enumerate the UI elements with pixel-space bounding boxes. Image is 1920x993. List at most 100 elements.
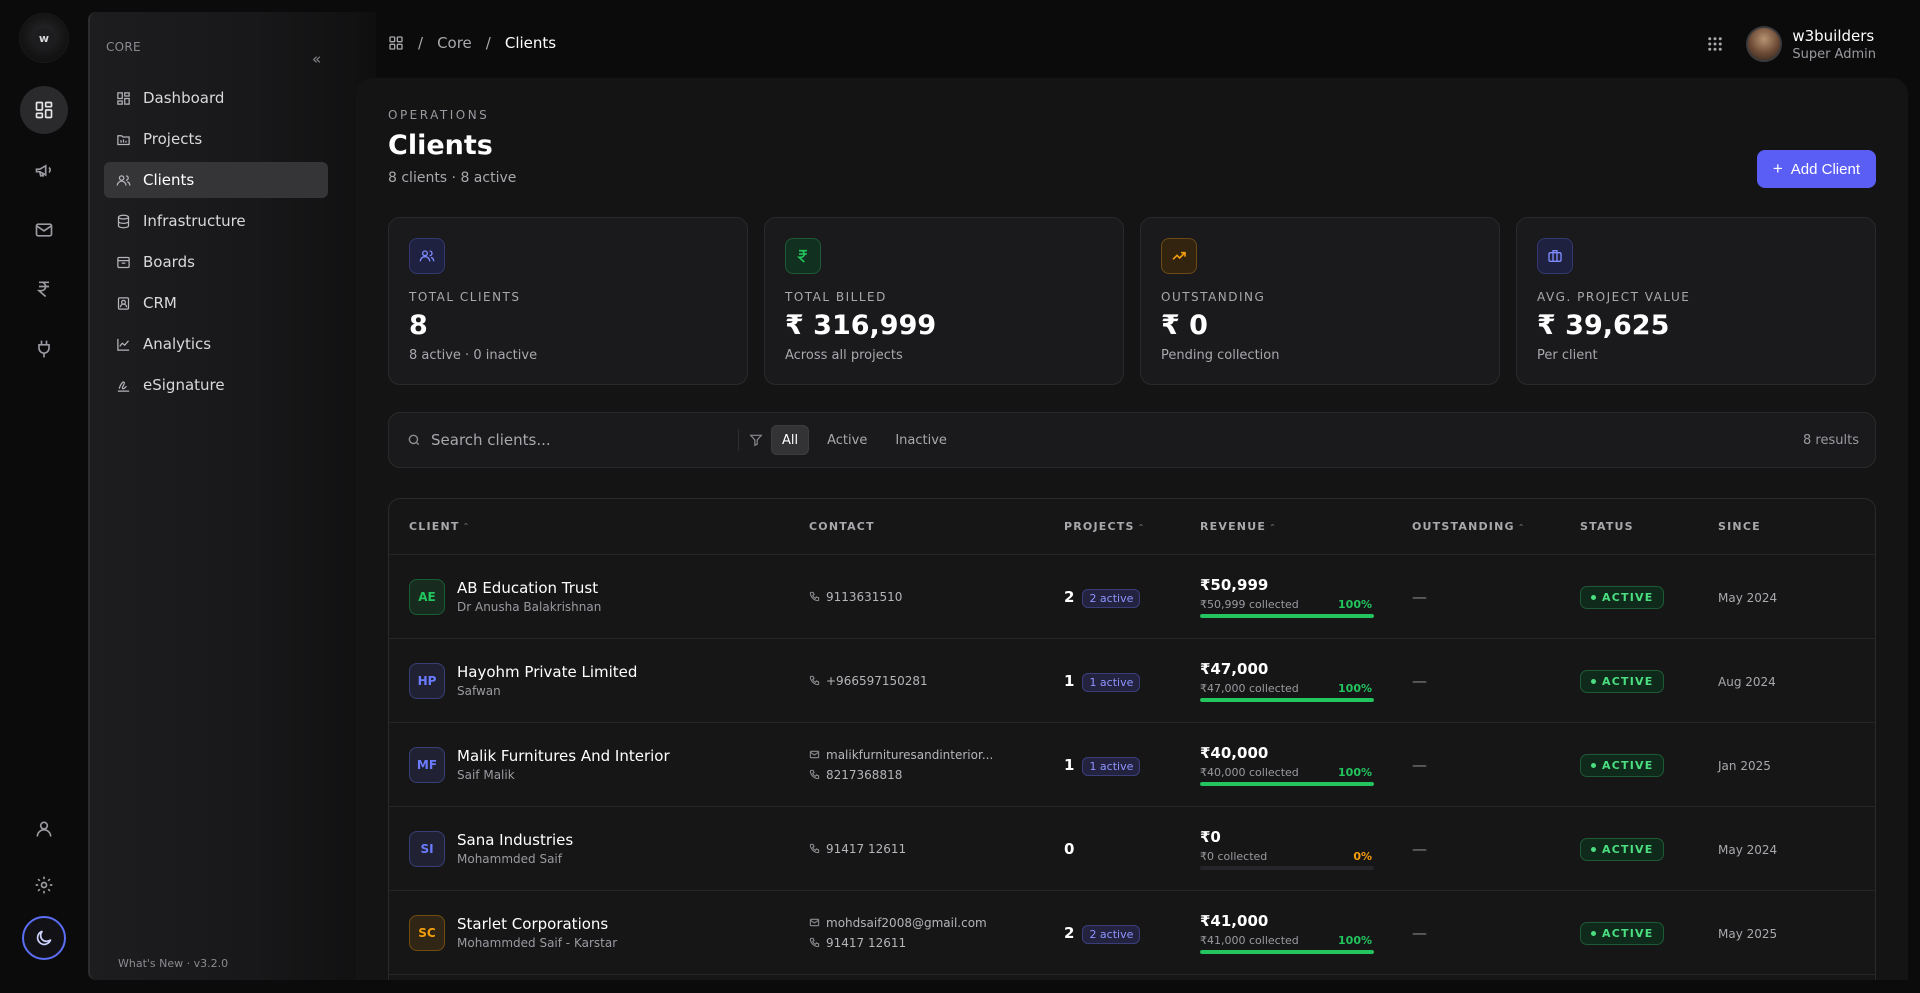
status-cell: ACTIVE <box>1580 837 1718 861</box>
apps-grid-icon[interactable] <box>388 35 404 51</box>
client-contact-person: Dr Anusha Balakrishnan <box>457 600 602 614</box>
sidebar-item-analytics[interactable]: Analytics <box>104 326 328 362</box>
rail-mail-button[interactable] <box>20 206 68 254</box>
contact-phone[interactable]: 8217368818 <box>809 765 1064 785</box>
filter-active-tab[interactable]: Active <box>817 425 877 455</box>
revenue-progress-fill <box>1200 949 1374 954</box>
table-row[interactable]: SC Starlet Corporations Mohammded Saif - K… <box>389 891 1875 975</box>
sidebar-item-esignature[interactable]: eSignature <box>104 367 328 403</box>
table-row[interactable]: SI Sana Industries Mohammded Saif 91417 126… <box>389 807 1875 891</box>
collapse-sidebar-button[interactable]: « <box>312 50 321 68</box>
rail-dashboard-button[interactable] <box>20 86 68 134</box>
contact-phone[interactable]: 91417 12611 <box>809 933 1064 953</box>
rail-finance-button[interactable] <box>20 265 68 313</box>
rail-marketing-button[interactable] <box>20 146 68 194</box>
table-row[interactable]: AE AB Education Trust Dr Anusha Balakrishn… <box>389 555 1875 639</box>
contact-email[interactable]: malikfurnituresandinterior... <box>809 745 1064 765</box>
sidebar-item-label: Analytics <box>143 335 212 353</box>
filter-icon[interactable] <box>749 433 763 447</box>
contact-phone[interactable]: 91417 12611 <box>809 839 1064 859</box>
revenue-cell: ₹50,999 ₹50,999 collected 100% <box>1200 576 1412 618</box>
column-header-client[interactable]: CLIENT ⌃ <box>389 520 809 533</box>
client-contact-person: Mohammded Saif <box>457 852 562 866</box>
since-cell: May 2025 <box>1718 923 1868 942</box>
contact-cell: +966597150281 <box>809 671 1064 691</box>
sidebar-item-label: Boards <box>143 253 195 271</box>
revenue-cell: ₹40,000 ₹40,000 collected 100% <box>1200 744 1412 786</box>
apps-launcher-icon[interactable] <box>1706 35 1724 53</box>
sidebar-item-dashboard[interactable]: Dashboard <box>104 80 328 116</box>
revenue-progress-bar <box>1200 697 1374 702</box>
project-count: 1 <box>1064 756 1075 774</box>
project-count: 2 <box>1064 924 1075 942</box>
column-header-projects[interactable]: PROJECTS ⌃ <box>1064 520 1200 533</box>
client-name[interactable]: Malik Furnitures And Interior <box>457 747 670 765</box>
client-name[interactable]: Starlet Corporations <box>457 915 617 933</box>
stat-value: ₹ 316,999 <box>785 310 937 341</box>
contact-email[interactable]: mohdsaif2008@gmail.com <box>809 913 1064 933</box>
sidebar-item-clients[interactable]: Clients <box>104 162 328 198</box>
column-header-contact: CONTACT <box>809 520 875 533</box>
client-cell: MF Malik Furnitures And Interior Saif Mali… <box>389 746 809 783</box>
search-icon <box>408 434 420 446</box>
table-row[interactable]: MF Malik Furnitures And Interior Saif Mali… <box>389 723 1875 807</box>
table-body: AE AB Education Trust Dr Anusha Balakrishn… <box>389 555 1875 975</box>
stat-subtext: Pending collection <box>1161 348 1280 363</box>
client-name[interactable]: Hayohm Private Limited <box>457 663 637 681</box>
contact-phone[interactable]: +966597150281 <box>809 671 1064 691</box>
rail-integrations-button[interactable] <box>20 325 68 373</box>
revenue-amount: ₹40,000 <box>1200 743 1269 762</box>
page-subtitle: 8 clients · 8 active <box>388 170 517 186</box>
projects-cell: 2 2 active <box>1064 923 1200 944</box>
whats-new-link[interactable]: What's New · v3.2.0 <box>118 957 228 970</box>
sidenav-section-label: CORE <box>106 40 141 54</box>
sidebar-item-crm[interactable]: CRM <box>104 285 328 321</box>
client-cell: SI Sana Industries Mohammded Saif <box>389 830 809 867</box>
mail-icon <box>809 918 820 927</box>
trending-up-icon <box>1172 251 1186 260</box>
breadcrumb-core[interactable]: Core <box>437 34 472 52</box>
app-logo[interactable]: w <box>20 14 68 62</box>
theme-toggle-button[interactable] <box>22 916 66 960</box>
status-cell: ACTIVE <box>1580 921 1718 945</box>
rail-settings-button[interactable] <box>20 861 68 909</box>
client-since-date: May 2025 <box>1718 927 1778 941</box>
column-header-outstanding[interactable]: OUTSTANDING ⌃ <box>1412 520 1580 533</box>
phone-icon <box>809 675 820 686</box>
active-projects-badge: 2 active <box>1082 589 1141 608</box>
filter-all-tab[interactable]: All <box>771 425 810 455</box>
phone-icon <box>809 937 820 948</box>
column-header-revenue[interactable]: REVENUE ⌃ <box>1200 520 1412 533</box>
stat-label: TOTAL CLIENTS <box>409 290 521 304</box>
contact-cell: mohdsaif2008@gmail.com 91417 12611 <box>809 913 1064 953</box>
icon-rail: w <box>0 0 88 993</box>
revenue-percent: 0% <box>1353 849 1372 863</box>
contact-phone[interactable]: 9113631510 <box>809 587 1064 607</box>
client-initials-avatar: SC <box>409 914 445 951</box>
stat-subtext: Across all projects <box>785 348 903 363</box>
outstanding-value: — <box>1412 840 1427 858</box>
rail-profile-button[interactable] <box>20 805 68 853</box>
settings-icon <box>35 876 53 894</box>
line-chart-icon <box>117 338 130 351</box>
search-input[interactable] <box>431 431 731 449</box>
revenue-progress-fill <box>1200 613 1374 618</box>
client-name[interactable]: Sana Industries <box>457 831 573 849</box>
stat-card-total-billed: TOTAL BILLED ₹ 316,999 Across all projec… <box>764 217 1124 385</box>
sidebar-item-infrastructure[interactable]: Infrastructure <box>104 203 328 239</box>
table-row[interactable]: HP Hayohm Private Limited Safwan +966597150… <box>389 639 1875 723</box>
avatar[interactable] <box>1746 26 1783 62</box>
add-client-button[interactable]: + Add Client <box>1756 150 1876 188</box>
user-info[interactable]: w3builders Super Admin <box>1792 27 1876 62</box>
results-count: 8 results <box>1803 432 1859 448</box>
client-since-date: Jan 2025 <box>1718 759 1771 773</box>
breadcrumb-current: Clients <box>504 34 557 52</box>
sidebar-item-projects[interactable]: Projects <box>104 121 328 157</box>
revenue-amount: ₹47,000 <box>1200 659 1269 678</box>
stat-icon-box <box>409 238 445 274</box>
sidebar-item-boards[interactable]: Boards <box>104 244 328 280</box>
sidebar-item-label: Infrastructure <box>143 212 246 230</box>
client-name[interactable]: AB Education Trust <box>457 579 601 597</box>
filter-toolbar: All Active Inactive 8 results <box>388 412 1876 468</box>
filter-inactive-tab[interactable]: Inactive <box>885 425 957 455</box>
